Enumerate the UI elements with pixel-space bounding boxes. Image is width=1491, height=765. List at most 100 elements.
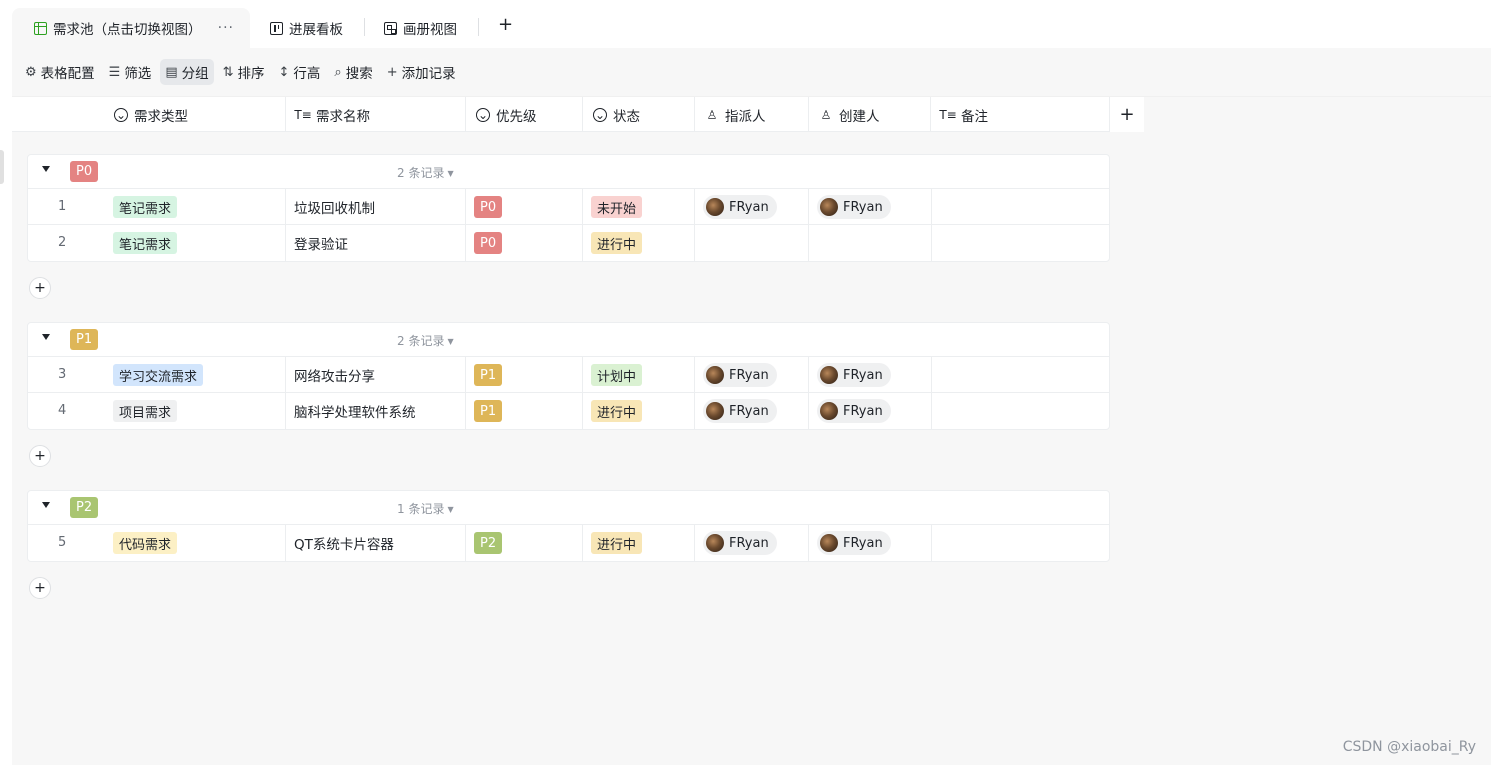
- collapse-caret-icon[interactable]: [42, 166, 50, 172]
- cell-type[interactable]: 代码需求: [105, 525, 286, 561]
- add-view-button[interactable]: +: [498, 14, 513, 35]
- cell-note[interactable]: [932, 189, 1111, 225]
- header-type[interactable]: ⌄ 需求类型: [104, 97, 286, 132]
- table-config-button[interactable]: ⚙ 表格配置: [20, 59, 100, 85]
- cell-type[interactable]: 学习交流需求: [105, 357, 286, 393]
- table-row[interactable]: 2 笔记需求 登录验证 P0 进行中: [28, 225, 1109, 261]
- cell-creator[interactable]: FRyan: [809, 357, 932, 393]
- cell-assignee[interactable]: FRyan: [695, 357, 809, 393]
- person-name: FRyan: [729, 199, 769, 215]
- header-label: 备注: [961, 108, 988, 125]
- cell-status[interactable]: 计划中: [583, 357, 695, 393]
- type-tag: 笔记需求: [113, 196, 178, 218]
- header-label: 状态: [613, 108, 640, 125]
- person-chip: FRyan: [817, 195, 891, 219]
- cell-assignee[interactable]: FRyan: [695, 525, 809, 561]
- person-chip: FRyan: [703, 531, 777, 555]
- column-header-row: ⌄ 需求类型 T≡ 需求名称 ⌄ 优先级 ⌄ 状态 ♙ 指派人 ♙ 创建人 T≡ 备注: [12, 97, 1110, 132]
- cell-name[interactable]: 脑科学处理软件系统: [286, 393, 466, 429]
- cell-note[interactable]: [932, 525, 1111, 561]
- header-status[interactable]: ⌄ 状态: [583, 97, 695, 132]
- type-tag: 代码需求: [113, 532, 178, 554]
- cell-assignee[interactable]: FRyan: [695, 393, 809, 429]
- collapse-caret-icon[interactable]: [42, 334, 50, 340]
- avatar: [706, 402, 724, 420]
- cell-priority[interactable]: P0: [466, 189, 583, 225]
- name-text: 脑科学处理软件系统: [294, 405, 416, 421]
- group-record-count[interactable]: 1 条记录 ▼: [397, 500, 454, 517]
- single-select-icon: ⌄: [114, 107, 128, 122]
- plus-icon: +: [386, 64, 398, 80]
- count-label: 1 条记录: [397, 502, 445, 516]
- tab-label: 进展看板: [289, 22, 343, 38]
- table-row[interactable]: 4 项目需求 脑科学处理软件系统 P1 进行中 FRyan FRyan: [28, 393, 1109, 429]
- cell-creator[interactable]: FRyan: [809, 393, 932, 429]
- cell-assignee[interactable]: [695, 225, 809, 261]
- cell-creator[interactable]: FRyan: [809, 189, 932, 225]
- cell-priority[interactable]: P2: [466, 525, 583, 561]
- cell-creator[interactable]: FRyan: [809, 525, 932, 561]
- cell-note[interactable]: [932, 225, 1111, 261]
- cell-type[interactable]: 笔记需求: [105, 189, 286, 225]
- person-chip: FRyan: [817, 363, 891, 387]
- person-icon: ♙: [706, 107, 718, 122]
- cell-type[interactable]: 项目需求: [105, 393, 286, 429]
- add-row-button[interactable]: +: [29, 577, 51, 599]
- sort-button[interactable]: ⇅ 排序: [218, 59, 270, 85]
- cell-priority[interactable]: P0: [466, 225, 583, 261]
- cell-name[interactable]: 登录验证: [286, 225, 466, 261]
- cell-status[interactable]: 进行中: [583, 525, 695, 561]
- group-record-count[interactable]: 2 条记录 ▼: [397, 164, 454, 181]
- add-record-button[interactable]: + 添加记录: [382, 59, 461, 85]
- cell-priority[interactable]: P1: [466, 393, 583, 429]
- filter-button[interactable]: ☰ 筛选: [104, 59, 157, 85]
- count-label: 2 条记录: [397, 334, 445, 348]
- search-icon: ⌕: [334, 64, 342, 80]
- cell-status[interactable]: 进行中: [583, 393, 695, 429]
- header-label: 指派人: [725, 108, 766, 125]
- add-column-button[interactable]: +: [1110, 97, 1144, 132]
- tab-demand-pool[interactable]: 需求池（点击切换视图） ···: [12, 8, 250, 48]
- cell-note[interactable]: [932, 393, 1111, 429]
- group-button[interactable]: ▤ 分组: [160, 59, 214, 85]
- table-row[interactable]: 5 代码需求 QT系统卡片容器 P2 进行中 FRyan FRyan: [28, 525, 1109, 561]
- header-note[interactable]: T≡ 备注: [931, 97, 1110, 132]
- table-row[interactable]: 1 笔记需求 垃圾回收机制 P0 未开始 FRyan FRyan: [28, 189, 1109, 225]
- cell-name[interactable]: 网络攻击分享: [286, 357, 466, 393]
- cell-name[interactable]: QT系统卡片容器: [286, 525, 466, 561]
- table-row[interactable]: 3 学习交流需求 网络攻击分享 P1 计划中 FRyan FRyan: [28, 357, 1109, 393]
- tool-label: 排序: [237, 66, 265, 82]
- header-priority[interactable]: ⌄ 优先级: [466, 97, 583, 132]
- avatar: [820, 534, 838, 552]
- cell-creator[interactable]: [809, 225, 932, 261]
- add-row-button[interactable]: +: [29, 445, 51, 467]
- header-assignee[interactable]: ♙ 指派人: [695, 97, 809, 132]
- cell-name[interactable]: 垃圾回收机制: [286, 189, 466, 225]
- cell-note[interactable]: [932, 357, 1111, 393]
- cell-status[interactable]: 进行中: [583, 225, 695, 261]
- cell-priority[interactable]: P1: [466, 357, 583, 393]
- row-number: 2: [58, 235, 67, 250]
- collapse-caret-icon[interactable]: [42, 502, 50, 508]
- group-record-count[interactable]: 2 条记录 ▼: [397, 332, 454, 349]
- row-height-button[interactable]: ↕ 行高: [274, 59, 326, 85]
- tab-progress-board[interactable]: 进展看板: [270, 8, 343, 48]
- type-tag: 笔记需求: [113, 232, 178, 254]
- more-options-icon[interactable]: ···: [218, 20, 234, 36]
- add-row-button[interactable]: +: [29, 277, 51, 299]
- status-tag: 进行中: [591, 400, 643, 422]
- header-label: 优先级: [496, 108, 537, 125]
- cell-assignee[interactable]: FRyan: [695, 189, 809, 225]
- cell-status[interactable]: 未开始: [583, 189, 695, 225]
- type-tag: 项目需求: [113, 400, 178, 422]
- text-field-icon: T≡: [294, 107, 312, 122]
- tab-gallery-view[interactable]: 画册视图: [384, 8, 457, 48]
- header-creator[interactable]: ♙ 创建人: [809, 97, 931, 132]
- search-button[interactable]: ⌕ 搜索: [329, 59, 377, 85]
- sidebar-collapse-handle[interactable]: [0, 150, 4, 184]
- cell-type[interactable]: 笔记需求: [105, 225, 286, 261]
- header-name[interactable]: T≡ 需求名称: [286, 97, 466, 132]
- tool-label: 添加记录: [401, 66, 456, 82]
- name-text: QT系统卡片容器: [294, 537, 394, 553]
- gallery-icon: [384, 21, 397, 35]
